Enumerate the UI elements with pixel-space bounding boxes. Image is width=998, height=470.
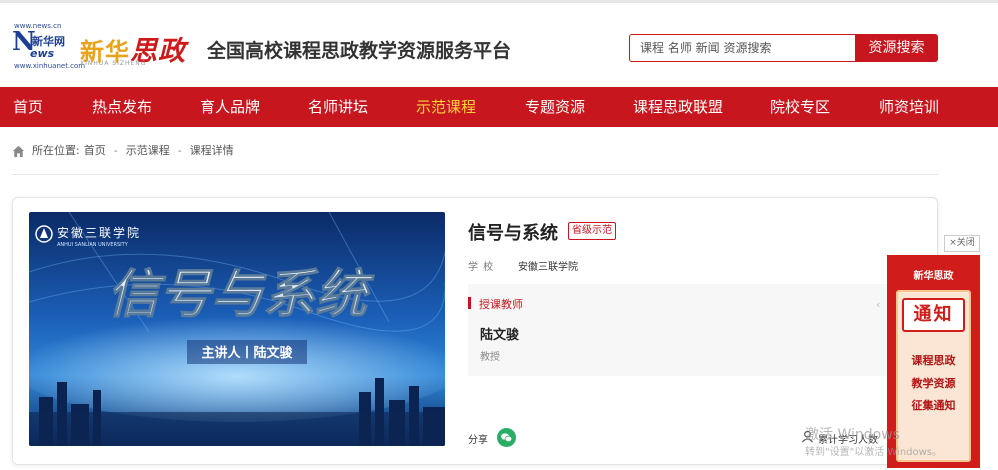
chevron-left-icon[interactable]: ‹ <box>876 298 880 311</box>
breadcrumb-divider <box>12 174 938 175</box>
cover-school-en: ANHUI SANLIAN UNIVERSITY <box>57 242 129 248</box>
logo-ews: ews <box>30 47 55 60</box>
nav-item-brand[interactable]: 育人品牌 <box>200 87 260 127</box>
breadcrumb-model-course[interactable]: 示范课程 <box>126 143 170 159</box>
breadcrumb-separator: - <box>113 144 118 157</box>
main-nav: 首页 热点发布 育人品牌 名师讲坛 示范课程 专题资源 课程思政联盟 院校专区 … <box>0 87 998 127</box>
nav-item-training[interactable]: 师资培训 <box>879 87 939 127</box>
logo-url-bottom: www.xinhuanet.com <box>14 62 86 70</box>
course-cover-image: 安徽三联学院 ANHUI SANLIAN UNIVERSITY 信号与系统 主讲… <box>29 212 445 446</box>
xinhua-logo[interactable]: www.news.cn N 新华网 ews www.xinhuanet.com <box>12 20 85 72</box>
nav-item-alliance[interactable]: 课程思政联盟 <box>633 87 723 127</box>
breadcrumb: 所在位置: 首页 - 示范课程 - 课程详情 <box>12 143 234 159</box>
breadcrumb-course-detail: 课程详情 <box>189 144 234 157</box>
search-input[interactable]: 课程 名师 新闻 资源搜索 <box>629 34 855 62</box>
school-name[interactable]: 安徽三联学院 <box>518 258 578 273</box>
nav-item-college[interactable]: 院校专区 <box>770 87 830 127</box>
ad-line-2: 教学资源 <box>911 377 956 390</box>
school-label: 学 校 <box>468 262 495 273</box>
ad-line-1: 课程思政 <box>911 354 956 367</box>
nav-item-topic[interactable]: 专题资源 <box>525 87 585 127</box>
ad-line-3: 征集通知 <box>911 399 956 412</box>
teacher-heading: 授课教师 <box>479 298 523 311</box>
nav-item-hot[interactable]: 热点发布 <box>92 87 152 127</box>
ad-close-button[interactable]: ×关闭 <box>944 235 980 252</box>
nav-item-home[interactable]: 首页 <box>13 87 43 127</box>
nav-item-lecture[interactable]: 名师讲坛 <box>308 87 368 127</box>
level-badge: 省级示范 <box>568 222 616 240</box>
cover-presenter: 主讲人丨陆文骏 <box>201 345 293 361</box>
cover-school-name: 安徽三联学院 <box>57 225 141 240</box>
course-title: 信号与系统 <box>468 223 558 244</box>
breadcrumb-separator: - <box>177 144 182 157</box>
nav-item-model-course[interactable]: 示范课程 <box>416 87 476 127</box>
site-title: 全国高校课程思政教学资源服务平台 <box>207 40 512 62</box>
ad-notice-title: 通知 <box>902 298 965 332</box>
ad-brand: 新华思政 <box>913 271 954 282</box>
home-icon <box>12 145 25 157</box>
teacher-name[interactable]: 陆文骏 <box>480 324 519 343</box>
activation-watermark-title: 激活 Windows <box>805 427 900 443</box>
brand-sub: XINHUA SIZHENG <box>80 60 147 67</box>
breadcrumb-home[interactable]: 首页 <box>84 143 106 159</box>
site-header: www.news.cn N 新华网 ews www.xinhuanet.com … <box>0 3 998 87</box>
breadcrumb-prefix: 所在位置: <box>32 144 80 157</box>
share-label: 分享 <box>468 435 488 446</box>
teacher-panel <box>468 284 894 376</box>
activation-watermark-hint: 转到"设置"以激活 Windows。 <box>805 447 943 458</box>
teacher-heading-accent <box>468 297 471 309</box>
search-button[interactable]: 资源搜索 <box>855 34 938 62</box>
wechat-icon[interactable] <box>497 428 516 447</box>
cover-title-art: 信号与系统 <box>107 265 375 325</box>
teacher-role: 教授 <box>480 352 500 363</box>
course-cover[interactable]: 安徽三联学院 ANHUI SANLIAN UNIVERSITY 信号与系统 主讲… <box>29 212 445 446</box>
